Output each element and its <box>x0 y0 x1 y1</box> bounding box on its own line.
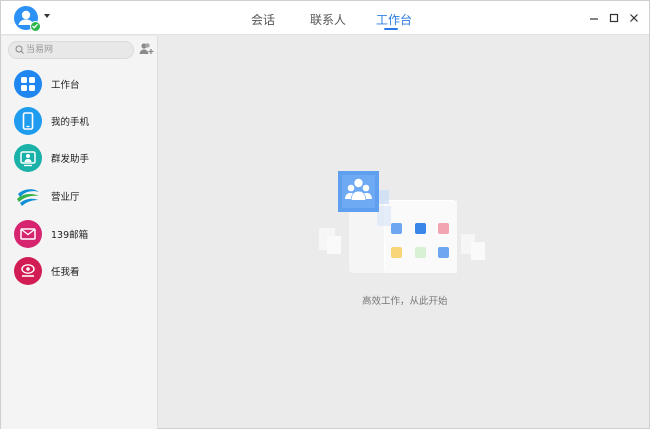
sidebar: 工作台 我的手机 群发助手 <box>1 36 158 429</box>
sidebar-item-group-send[interactable]: 群发助手 <box>1 141 157 179</box>
main-tabs: 会话 联系人 工作台 <box>1 1 649 35</box>
sidebar-item-label: 任我看 <box>51 267 80 278</box>
maximize-icon[interactable] <box>608 12 620 24</box>
sidebar-item-label: 我的手机 <box>51 117 90 128</box>
sidebar-item-ren-wo-kan[interactable]: 任我看 <box>1 254 157 292</box>
sidebar-item-my-phone[interactable]: 我的手机 <box>1 104 157 142</box>
active-tab-indicator <box>384 28 398 30</box>
watch-icon <box>14 257 42 285</box>
app-window: 会话 联系人 工作台 当易网 工作台 我的手机 群发助手 营业厅 139邮箱 任… <box>0 0 650 429</box>
sidebar-item-label: 营业厅 <box>51 192 80 203</box>
group-send-icon <box>14 144 42 172</box>
sidebar-item-label: 群发助手 <box>51 154 90 165</box>
search-box[interactable] <box>8 41 134 59</box>
sidebar-item-workbench[interactable]: 工作台 <box>1 67 157 105</box>
workbench-illustration <box>319 171 485 273</box>
sidebar-item-139-mail[interactable]: 139邮箱 <box>1 217 157 255</box>
close-icon[interactable] <box>628 12 640 24</box>
search-icon <box>15 45 24 54</box>
add-contact-icon[interactable] <box>139 42 154 55</box>
tab-conversations[interactable]: 会话 <box>251 11 275 28</box>
china-mobile-icon <box>14 182 42 210</box>
sidebar-item-service-hall[interactable]: 营业厅 <box>1 179 157 217</box>
tab-workbench[interactable]: 工作台 <box>376 11 412 28</box>
search-input[interactable] <box>26 43 126 57</box>
title-bar: 会话 联系人 工作台 <box>1 1 649 35</box>
sidebar-item-label: 139邮箱 <box>51 230 89 241</box>
sidebar-item-label: 工作台 <box>51 80 80 91</box>
mail-icon <box>14 220 42 248</box>
phone-icon <box>14 107 42 135</box>
minimize-icon[interactable] <box>588 12 600 24</box>
grid-icon <box>14 70 42 98</box>
empty-state-caption: 高效工作，从此开始 <box>362 296 448 307</box>
tab-contacts[interactable]: 联系人 <box>310 11 346 28</box>
